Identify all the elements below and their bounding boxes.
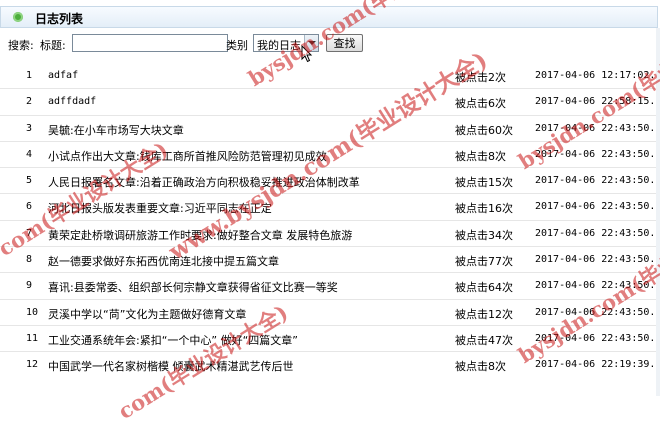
title-search-input[interactable] (72, 34, 228, 52)
list-item[interactable]: 12 中国武学一代名家树楷模 倾囊武术精湛武艺传后世 被点击8次 2017-04-06… (0, 352, 660, 378)
row-date: 2017-04-06 22:43:50.0 (535, 227, 660, 239)
row-date: 2017-04-06 22:43:50.0 (535, 332, 660, 344)
row-title-link[interactable]: adfaf (48, 70, 78, 81)
row-click-count: 被点击47次 (455, 333, 513, 347)
row-date: 2017-04-06 22:43:50.0 (535, 122, 660, 134)
row-click-count: 被点击6次 (455, 97, 506, 111)
row-date: 2017-04-06 22:43:50.0 (535, 148, 660, 160)
row-title-link[interactable]: 人民日报署名文章:沿着正确政治方向积极稳妥推进政治体制改革 (48, 174, 360, 190)
row-date: 2017-04-06 22:19:39.0 (535, 359, 660, 371)
panel-title: 日志列表 (35, 12, 84, 26)
row-click-count: 被点击8次 (455, 360, 506, 374)
row-title-link[interactable]: 中国武学一代名家树楷模 倾囊武术精湛武艺传后世 (48, 358, 294, 374)
row-title-link[interactable]: 赵一德要求做好东拓西优南连北接中提五篇文章 (48, 253, 279, 269)
row-click-count: 被点击8次 (455, 149, 506, 163)
row-number: 4 (26, 148, 33, 160)
row-date: 2017-04-06 22:43:50.0 (535, 280, 660, 292)
list-item[interactable]: 7 黄荣定赴桥墩调研旅游工作时要求:做好整合文章 发展特色旅游 被点击34次 2017… (0, 221, 660, 248)
row-title-link[interactable]: 吴毓:在小车市场写大块文章 (48, 122, 184, 138)
category-selected-value: 我的日志 (257, 39, 301, 52)
search-label: 搜索: (8, 39, 34, 52)
row-click-count: 被点击60次 (455, 123, 513, 137)
list-item[interactable]: 4 小试点作出大文章:钱库工商所首推风险防范管理初见成效 被点击8次 2017-04-… (0, 142, 660, 169)
row-date: 2017-04-06 22:43:50.0 (535, 254, 660, 266)
list-item[interactable]: 9 喜讯:县委常委、组织部长何宗静文章获得省征文比赛一等奖 被点击64次 2017-0… (0, 273, 660, 300)
row-title-link[interactable]: 灵溪中学以“苘”文化为主题做好德育文章 (48, 306, 246, 322)
list-item[interactable]: 2 adffdadf 被点击6次 2017-04-06 22:58:15.0 (0, 89, 660, 116)
search-bar: 搜索: 标题: 类别 我的日志 查找 (0, 32, 660, 54)
row-number: 1 (26, 70, 33, 81)
row-title-link[interactable]: 小试点作出大文章:钱库工商所首推风险防范管理初见成效 (48, 148, 327, 164)
row-number: 9 (26, 280, 33, 292)
row-date: 2017-04-06 12:17:02.0 (535, 70, 660, 81)
row-number: 5 (26, 175, 33, 187)
blog-list: 1 adfaf 被点击2次 2017-04-06 12:17:02.0 2 adffdad… (0, 63, 660, 379)
row-click-count: 被点击16次 (455, 202, 513, 216)
panel-header: 日志列表 (0, 6, 658, 28)
row-title-link[interactable]: 工业交通系统年会:紧扣“一个中心” 做好“四篇文章” (48, 332, 298, 348)
row-number: 11 (26, 332, 39, 344)
row-number: 10 (26, 306, 39, 318)
row-click-count: 被点击77次 (455, 255, 513, 269)
title-label: 标题: (40, 39, 66, 52)
row-title-link[interactable]: adffdadf (48, 96, 96, 107)
row-click-count: 被点击2次 (455, 71, 506, 84)
category-label: 类别 (226, 39, 248, 52)
row-date: 2017-04-06 22:43:50.0 (535, 175, 660, 187)
mouse-cursor-icon (301, 45, 313, 63)
list-item[interactable]: 10 灵溪中学以“苘”文化为主题做好德育文章 被点击12次 2017-04-06 22… (0, 300, 660, 326)
scroll-edge (656, 28, 660, 396)
row-date: 2017-04-06 22:58:15.0 (535, 96, 660, 108)
row-click-count: 被点击64次 (455, 281, 513, 295)
bullet-icon (13, 12, 23, 22)
list-item[interactable]: 1 adfaf 被点击2次 2017-04-06 12:17:02.0 (0, 63, 660, 90)
row-click-count: 被点击34次 (455, 228, 513, 242)
list-item[interactable]: 6 河北日报头版发表重要文章:习近平同志在正定 被点击16次 2017-04-06 2… (0, 194, 660, 221)
search-button[interactable]: 查找 (326, 34, 363, 52)
row-number: 6 (26, 201, 33, 213)
row-title-link[interactable]: 喜讯:县委常委、组织部长何宗静文章获得省征文比赛一等奖 (48, 279, 338, 295)
row-title-link[interactable]: 黄荣定赴桥墩调研旅游工作时要求:做好整合文章 发展特色旅游 (48, 227, 352, 243)
row-title-link[interactable]: 河北日报头版发表重要文章:习近平同志在正定 (48, 200, 272, 216)
list-item[interactable]: 3 吴毓:在小车市场写大块文章 被点击60次 2017-04-06 22:43:50.… (0, 116, 660, 142)
list-item[interactable]: 8 赵一德要求做好东拓西优南连北接中提五篇文章 被点击77次 2017-04-06 2… (0, 247, 660, 274)
row-number: 2 (26, 96, 33, 108)
list-item[interactable]: 11 工业交通系统年会:紧扣“一个中心” 做好“四篇文章” 被点击47次 2017-0… (0, 326, 660, 353)
row-number: 12 (26, 359, 39, 371)
row-click-count: 被点击12次 (455, 307, 513, 321)
row-date: 2017-04-06 22:43:50.0 (535, 306, 660, 318)
row-number: 8 (26, 254, 33, 266)
row-number: 3 (26, 122, 33, 134)
row-click-count: 被点击15次 (455, 176, 513, 190)
row-date: 2017-04-06 22:43:50.0 (535, 201, 660, 213)
list-item[interactable]: 5 人民日报署名文章:沿着正确政治方向积极稳妥推进政治体制改革 被点击15次 2017… (0, 168, 660, 195)
row-number: 7 (26, 227, 33, 239)
